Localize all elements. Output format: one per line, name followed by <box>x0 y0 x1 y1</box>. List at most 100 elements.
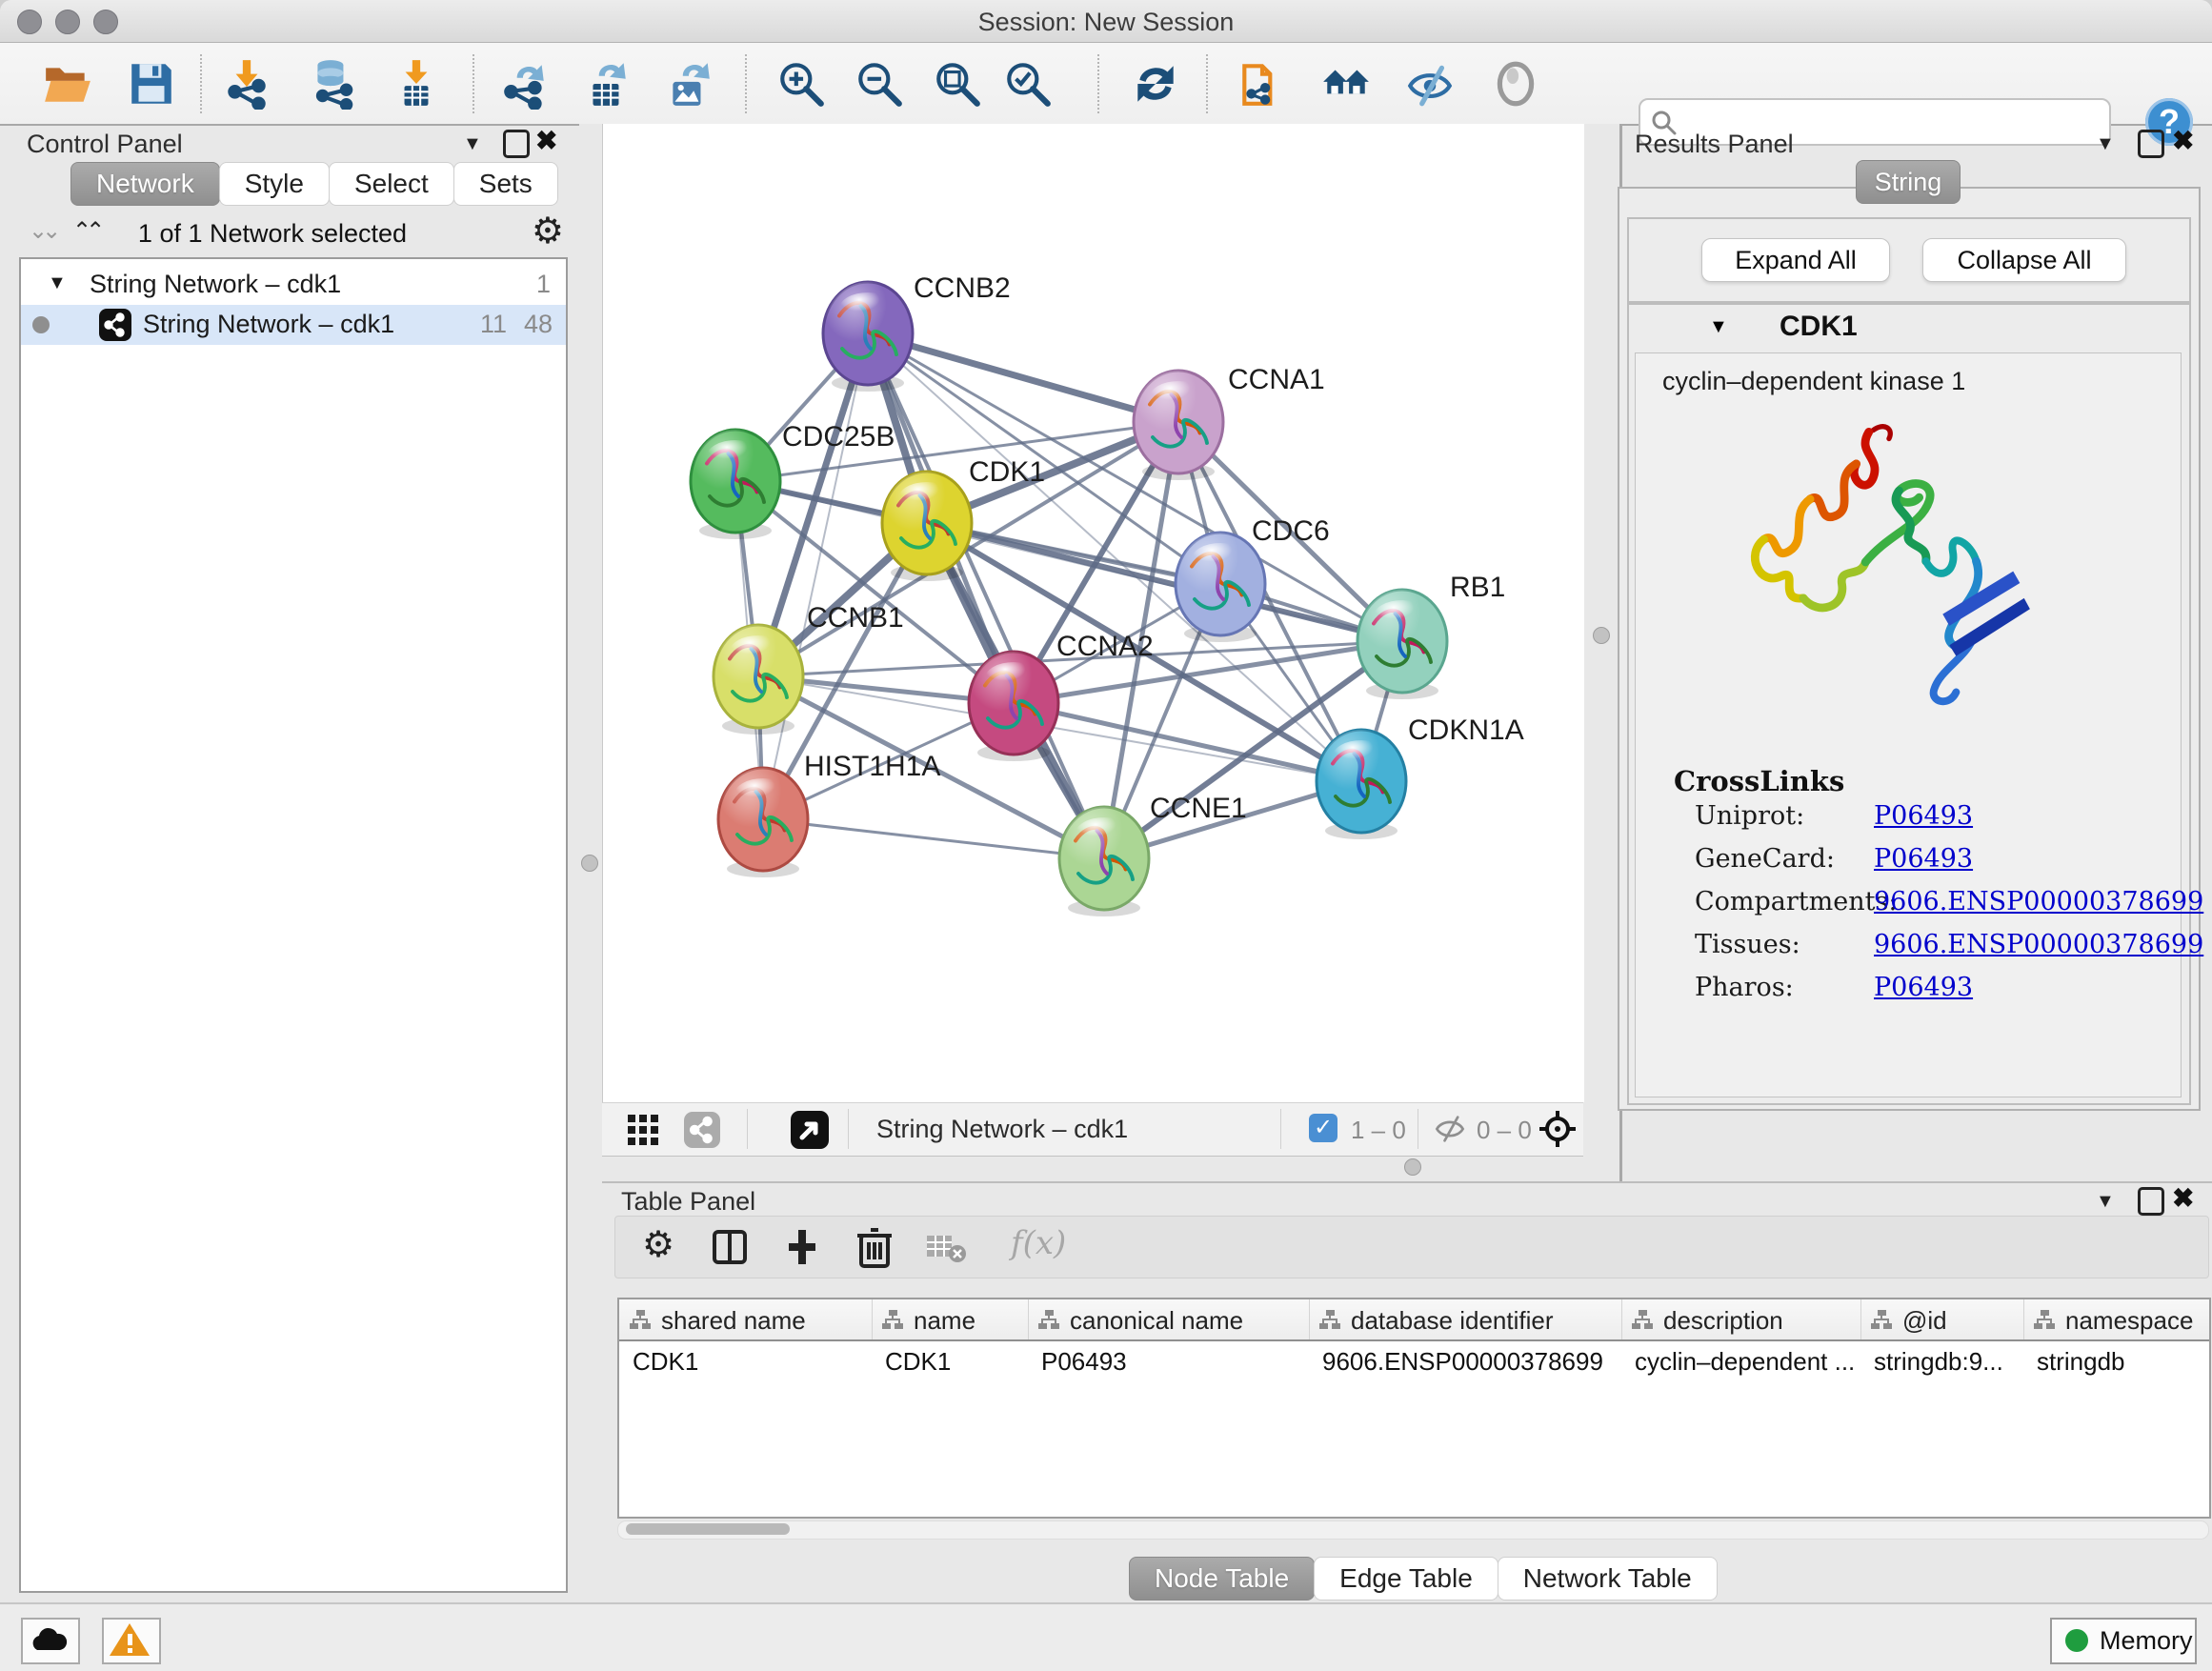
collapse-all-button[interactable]: Collapse All <box>1922 238 2126 282</box>
edge-CCNB2-CCNA1[interactable] <box>868 333 1178 422</box>
control-panel-float-icon[interactable] <box>503 130 530 158</box>
column-header-description[interactable]: description <box>1621 1299 1861 1339</box>
table-panel-menu-icon[interactable]: ▼ <box>2096 1191 2115 1213</box>
home-icon[interactable] <box>1320 58 1372 110</box>
results-panel-menu-icon[interactable]: ▼ <box>2096 133 2115 155</box>
results-panel-float-icon[interactable] <box>2138 130 2164 158</box>
crosslink-link[interactable]: 9606.ENSP00000378699 <box>1874 930 2203 959</box>
node-CCNA1[interactable]: CCNA1 <box>1134 364 1325 480</box>
node-table[interactable]: shared namenamecanonical namedatabase id… <box>617 1298 2211 1519</box>
zoom-fit-icon[interactable] <box>932 58 983 110</box>
expand-collapse-bar: Expand All Collapse All <box>1627 217 2191 303</box>
import-network-database-icon[interactable] <box>307 58 358 110</box>
table-cell[interactable]: CDK1 <box>885 1347 1022 1377</box>
column-header-namespace[interactable]: namespace <box>2023 1299 2211 1339</box>
column-header-canonical-name[interactable]: canonical name <box>1028 1299 1310 1339</box>
table-horizontal-scrollbar[interactable] <box>617 1520 2209 1540</box>
import-table-icon[interactable] <box>391 58 442 110</box>
table-panel-float-icon[interactable] <box>2138 1187 2164 1216</box>
left-splitter-handle[interactable] <box>581 855 598 872</box>
cloud-status-button[interactable] <box>21 1618 80 1664</box>
navbar-separator <box>1280 1109 1281 1149</box>
column-header-@id[interactable]: @id <box>1860 1299 2024 1339</box>
network-collection-row[interactable]: ▼ String Network – cdk1 1 <box>21 265 566 305</box>
save-session-icon[interactable] <box>126 58 177 110</box>
table-cell[interactable]: CDK1 <box>633 1347 866 1377</box>
tab-network[interactable]: Network <box>70 162 220 206</box>
node-RB1[interactable]: RB1 <box>1357 572 1505 699</box>
results-panel-close-icon[interactable]: ✖ <box>2172 125 2194 156</box>
open-session-icon[interactable] <box>42 58 93 110</box>
string-network-icon[interactable] <box>1237 58 1288 110</box>
node-CDC25B[interactable]: CDC25B <box>691 421 895 539</box>
selected-checkbox-icon[interactable]: ✓ <box>1309 1114 1337 1142</box>
hide-selected-eye-icon[interactable] <box>1404 58 1456 110</box>
bottom-splitter-handle[interactable] <box>1404 1158 1421 1176</box>
crosslink-link[interactable]: P06493 <box>1874 973 1973 1002</box>
network-row[interactable]: String Network – cdk1 11 48 <box>21 305 566 345</box>
tab-edge-table[interactable]: Edge Table <box>1314 1557 1498 1601</box>
crosslink-link[interactable]: P06493 <box>1874 844 1973 874</box>
tab-sets[interactable]: Sets <box>453 162 558 206</box>
table-cell[interactable]: stringdb:9... <box>1874 1347 2018 1377</box>
control-panel-menu-icon[interactable]: ▼ <box>463 133 482 155</box>
table-cell[interactable]: stringdb <box>2037 1347 2211 1377</box>
birdseye-view-icon[interactable] <box>791 1111 829 1149</box>
collapse-triangle-icon[interactable]: ▼ <box>48 272 67 294</box>
refresh-icon[interactable] <box>1130 58 1181 110</box>
show-columns-icon[interactable] <box>711 1228 749 1266</box>
network-edge-count: 48 <box>524 310 553 339</box>
table-tabs: Node TableEdge TableNetwork Table <box>1129 1557 1717 1601</box>
table-panel-close-icon[interactable]: ✖ <box>2172 1182 2194 1214</box>
gene-section-header[interactable]: ▼ CDK1 <box>1629 305 2189 352</box>
tab-style[interactable]: Style <box>219 162 330 206</box>
crosslink-link[interactable]: 9606.ENSP00000378699 <box>1874 887 2203 916</box>
expand-all-button[interactable]: Expand All <box>1701 238 1890 282</box>
delete-column-trash-icon[interactable] <box>855 1226 894 1268</box>
network-status-dot <box>32 316 50 333</box>
node-CDKN1A[interactable]: CDKN1A <box>1317 715 1524 839</box>
table-settings-gear-icon[interactable]: ⚙ <box>642 1223 674 1265</box>
table-cell[interactable]: cyclin–dependent ... <box>1635 1347 1855 1377</box>
navbar-separator <box>747 1109 748 1149</box>
column-header-database-identifier[interactable]: database identifier <box>1309 1299 1622 1339</box>
tab-string[interactable]: String <box>1856 160 1961 204</box>
node-CCNB1[interactable]: CCNB1 <box>714 602 904 735</box>
column-header-shared-name[interactable]: shared name <box>619 1299 873 1339</box>
crosslink-link[interactable]: P06493 <box>1874 801 1973 831</box>
right-splitter[interactable] <box>1583 124 1619 1181</box>
node-CCNB2[interactable]: CCNB2 <box>823 272 1011 392</box>
tab-network-table[interactable]: Network Table <box>1498 1557 1718 1601</box>
network-options-gear-icon[interactable]: ⚙ <box>532 210 564 252</box>
column-header-name[interactable]: name <box>872 1299 1029 1339</box>
memory-button[interactable]: Memory <box>2050 1618 2197 1664</box>
warning-status-button[interactable] <box>102 1618 161 1664</box>
control-panel-close-icon[interactable]: ✖ <box>535 125 557 156</box>
crosslink-label: GeneCard: <box>1695 844 1835 874</box>
right-splitter-handle[interactable] <box>1593 627 1610 644</box>
node-HIST1H1A[interactable]: HIST1H1A <box>718 751 940 877</box>
node-CDC6[interactable]: CDC6 <box>1176 515 1330 642</box>
fit-selected-crosshair-icon[interactable] <box>1538 1109 1578 1149</box>
zoom-in-icon[interactable] <box>775 58 827 110</box>
edge-HIST1H1A-CCNE1[interactable] <box>763 819 1104 858</box>
tab-node-table[interactable]: Node Table <box>1129 1557 1315 1601</box>
node-CCNE1[interactable]: CCNE1 <box>1059 793 1247 916</box>
network-share-icon[interactable] <box>684 1112 720 1148</box>
scrollbar-thumb[interactable] <box>626 1523 790 1535</box>
crosslinks-title: CrossLinks <box>1674 765 1844 797</box>
import-network-file-icon[interactable] <box>221 58 272 110</box>
tab-select[interactable]: Select <box>329 162 454 206</box>
collapse-triangle-icon[interactable]: ▼ <box>1709 316 1728 338</box>
grid-view-icon[interactable] <box>627 1114 659 1146</box>
export-image-icon[interactable] <box>663 58 714 110</box>
add-column-plus-icon[interactable] <box>781 1226 823 1268</box>
zoom-selected-icon[interactable] <box>1002 58 1054 110</box>
table-cell[interactable]: P06493 <box>1041 1347 1303 1377</box>
hidden-eye-icon[interactable] <box>1433 1115 1467 1143</box>
network-canvas[interactable]: CCNB2CCNA1CDC25BCDK1CDC6RB1CCNB1CCNA2CDK… <box>602 124 1584 1102</box>
export-table-icon[interactable] <box>581 58 633 110</box>
zoom-out-icon[interactable] <box>854 58 905 110</box>
table-cell[interactable]: 9606.ENSP00000378699 <box>1322 1347 1616 1377</box>
export-network-icon[interactable] <box>499 58 551 110</box>
